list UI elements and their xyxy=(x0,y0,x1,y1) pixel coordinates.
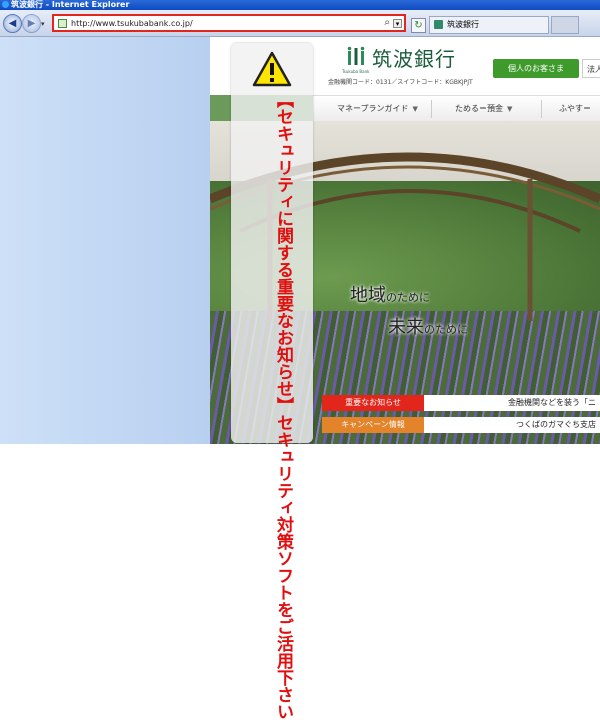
news-label: 重要なお知らせ xyxy=(322,395,424,411)
menu-label: ためる＝預金 xyxy=(455,104,503,113)
menu-divider xyxy=(541,100,542,118)
logo-subtext: Tsukuba Bank xyxy=(342,69,370,74)
news-row-campaign[interactable]: キャンペーン情報 つくばのガマぐち支店 xyxy=(322,417,600,433)
address-bar[interactable]: http://www.tsukubabank.co.jp/ ⌕ ▾ xyxy=(52,14,406,32)
menu-investment[interactable]: ふやす＝ xyxy=(559,96,591,122)
personal-customers-button[interactable]: 個人のお客さま xyxy=(493,59,579,78)
refresh-button[interactable]: ↻ xyxy=(411,18,426,33)
browser-toolbar: ◀ ▶ ▾ http://www.tsukubabank.co.jp/ ⌕ ▾ … xyxy=(0,10,600,37)
hero-headline-line1: 地域のために xyxy=(350,285,430,306)
forward-button[interactable]: ▶ xyxy=(22,14,41,33)
address-dropdown-button[interactable]: ▾ xyxy=(393,19,402,28)
bank-codes: 金融機関コード：0131／スイフトコード：KGBKJPJT xyxy=(328,79,473,86)
forward-arrow-icon: ▶ xyxy=(27,18,36,29)
menu-label: ふやす＝ xyxy=(559,104,591,113)
chevron-down-icon: ▼ xyxy=(412,105,418,113)
warning-triangle-icon xyxy=(252,51,292,87)
main-menu: マネープランガイド ▼ ためる＝預金 ▼ ふやす＝ xyxy=(313,95,600,123)
corporate-customers-button[interactable]: 法人 xyxy=(582,59,600,78)
favicon-icon xyxy=(434,20,443,29)
bank-logo-text[interactable]: 筑波銀行 xyxy=(372,43,456,72)
bank-logo-icon xyxy=(347,46,365,65)
search-icon[interactable]: ⌕ xyxy=(384,17,390,28)
page-icon xyxy=(58,19,67,28)
internet-explorer-icon xyxy=(2,1,9,8)
chevron-down-icon: ▼ xyxy=(507,105,513,113)
new-tab-button[interactable] xyxy=(551,16,579,34)
page-background-left xyxy=(0,37,210,444)
browser-tab[interactable]: 筑波銀行 xyxy=(429,16,549,34)
recent-pages-dropdown[interactable]: ▾ xyxy=(41,20,45,28)
menu-money-plan[interactable]: マネープランガイド ▼ xyxy=(337,96,418,122)
news-text[interactable]: 金融機関などを装う「ニ xyxy=(432,395,598,411)
security-warning-overlay[interactable]: 【セキュリティに関する重要なお知らせ】セキュリティ対策ソフトをご活用下さい xyxy=(231,43,313,720)
window-title-bar: 筑波銀行 - Internet Explorer xyxy=(0,0,600,10)
news-label: キャンペーン情報 xyxy=(322,417,424,433)
menu-savings[interactable]: ためる＝預金 ▼ xyxy=(455,96,512,122)
tab-title: 筑波銀行 xyxy=(447,20,479,29)
back-button[interactable]: ◀ xyxy=(3,14,22,33)
hero-headline-line2: 未来のために xyxy=(388,317,468,338)
menu-divider xyxy=(431,100,432,118)
news-text[interactable]: つくばのガマぐち支店 xyxy=(432,417,598,433)
menu-label: マネープランガイド xyxy=(337,104,409,113)
address-url[interactable]: http://www.tsukubabank.co.jp/ xyxy=(71,18,193,30)
security-warning-text: 【セキュリティに関する重要なお知らせ】セキュリティ対策ソフトをご活用下さい xyxy=(273,91,293,720)
back-arrow-icon: ◀ xyxy=(8,18,17,29)
window-title: 筑波銀行 - Internet Explorer xyxy=(11,0,130,9)
news-row-important[interactable]: 重要なお知らせ 金融機関などを装う「ニ xyxy=(322,395,600,411)
refresh-icon: ↻ xyxy=(414,20,423,31)
